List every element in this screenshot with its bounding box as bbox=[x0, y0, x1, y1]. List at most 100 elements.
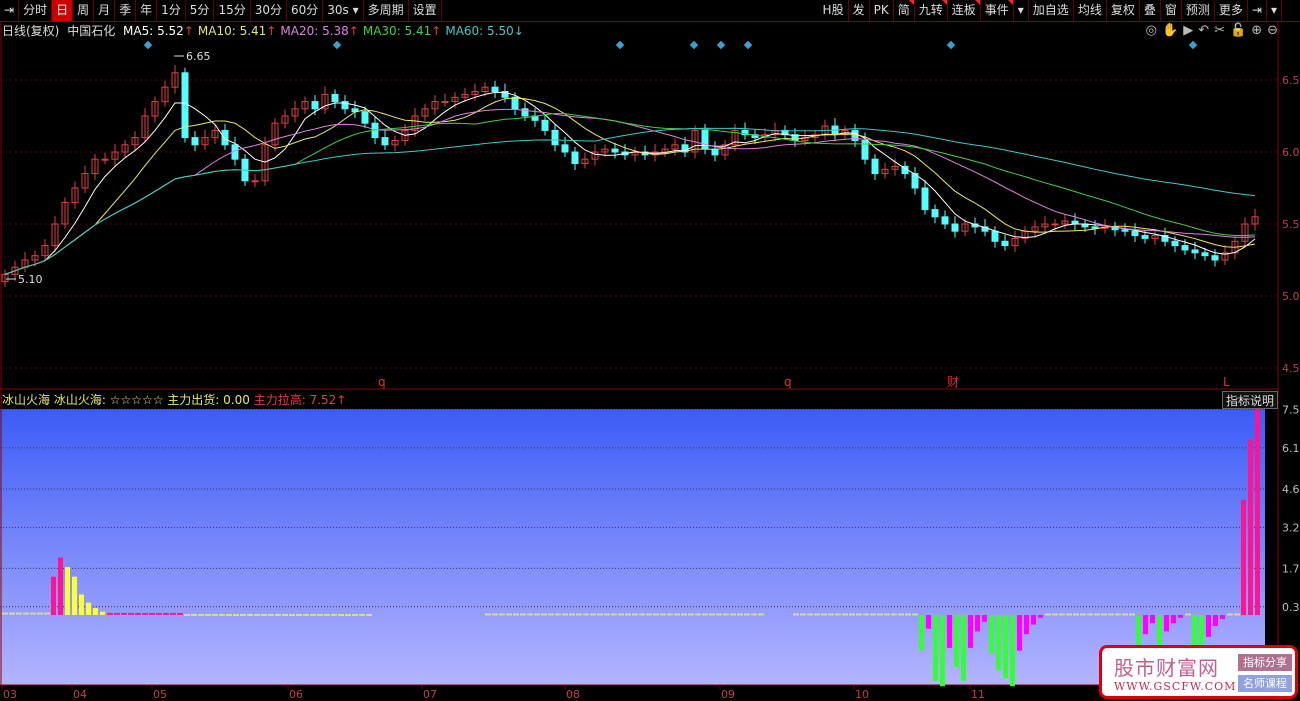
indicator-flat-mark bbox=[261, 614, 267, 616]
indicator-bar bbox=[1003, 615, 1008, 679]
indicator-flat-mark bbox=[247, 614, 253, 616]
indicator-flat-mark bbox=[30, 612, 36, 615]
indicator-flat-mark bbox=[716, 613, 722, 616]
indicator-bar bbox=[93, 608, 98, 615]
indicator-flat-mark bbox=[345, 614, 351, 616]
indicator-flat-mark bbox=[142, 612, 148, 615]
indicator-explain-button[interactable]: 指标说明 bbox=[1222, 391, 1278, 409]
candle-body bbox=[861, 139, 869, 160]
indicator-flat-mark bbox=[1101, 613, 1107, 616]
indicator-bar bbox=[982, 615, 987, 622]
candle-body bbox=[711, 148, 719, 156]
indicator-flat-mark bbox=[191, 614, 197, 616]
indicator-flat-mark bbox=[275, 614, 281, 616]
indicator-flat-mark bbox=[590, 613, 596, 616]
indicator-bar bbox=[1031, 615, 1036, 625]
candle-body bbox=[191, 137, 199, 146]
indicator-flat-mark bbox=[149, 612, 155, 615]
candle-body bbox=[1201, 252, 1209, 257]
indicator-flat-mark bbox=[548, 613, 554, 616]
chart-canvas[interactable]: 6.5 6.0 5.5 5.0 4.5 6.65 5.10 q q 财 L 03 04 05 06 07 08 0… bbox=[0, 0, 1300, 701]
indicator-panel-bg bbox=[0, 409, 1265, 685]
indicator-flat-mark bbox=[912, 613, 918, 616]
indicator-flat-mark bbox=[37, 612, 43, 615]
indicator-flat-mark bbox=[905, 613, 911, 616]
indicator-flat-mark bbox=[170, 612, 176, 615]
price-tick-label: 6.0 bbox=[1282, 146, 1300, 159]
event-diamond-icon bbox=[615, 40, 625, 50]
candle-body bbox=[441, 101, 449, 104]
indicator-bar bbox=[919, 615, 924, 651]
indicator-tick-label: 0.3 bbox=[1282, 601, 1300, 614]
indicator-flat-mark bbox=[499, 613, 505, 616]
indicator-flat-mark bbox=[681, 613, 687, 616]
price-tick-label: 5.0 bbox=[1282, 290, 1300, 303]
event-diamond-icon bbox=[946, 40, 956, 50]
candle-body bbox=[991, 230, 999, 242]
indicator-flat-mark bbox=[205, 614, 211, 616]
indicator-flat-mark bbox=[541, 613, 547, 616]
indicator-flat-mark bbox=[842, 613, 848, 616]
candle-body bbox=[941, 216, 949, 225]
indicator-flat-mark bbox=[1234, 613, 1240, 616]
event-marker: q bbox=[378, 375, 386, 389]
indicator-flat-mark bbox=[1227, 613, 1233, 616]
indicator-flat-mark bbox=[156, 612, 162, 615]
indicator-flat-mark bbox=[730, 613, 736, 616]
indicator-bar bbox=[100, 611, 105, 615]
indicator-flat-mark bbox=[233, 614, 239, 616]
indicator-flat-mark bbox=[814, 613, 820, 616]
event-diamond-icon bbox=[743, 40, 753, 50]
indicator-bar bbox=[947, 615, 952, 648]
indicator-flat-mark bbox=[758, 613, 764, 616]
indicator-bar bbox=[72, 576, 77, 615]
indicator-flat-mark bbox=[1045, 613, 1051, 616]
indicator-flat-mark bbox=[317, 614, 323, 616]
indicator-flat-mark bbox=[310, 614, 316, 616]
candle-body bbox=[311, 101, 319, 110]
event-diamond-icon bbox=[716, 40, 726, 50]
indicator-flat-mark bbox=[709, 613, 715, 616]
price-tick-label: 5.5 bbox=[1282, 218, 1300, 231]
event-marker: 财 bbox=[947, 375, 959, 389]
event-diamond-icon bbox=[143, 40, 153, 50]
indicator-flat-mark bbox=[667, 613, 673, 616]
candle-body bbox=[701, 129, 709, 150]
indicator-flat-mark bbox=[16, 612, 22, 615]
candle-body bbox=[1051, 223, 1059, 226]
indicator-bar bbox=[1010, 615, 1015, 687]
indicator-bar bbox=[1024, 615, 1029, 635]
indicator-legend: 冰山火海 冰山火海: ☆☆☆☆☆ 主力出货: 0.00 主力拉高: 7.52↑ bbox=[2, 392, 346, 408]
low-price-annotation: 5.10 bbox=[18, 273, 43, 286]
indicator-flat-mark bbox=[583, 613, 589, 616]
price-tick-label: 4.5 bbox=[1282, 362, 1300, 375]
indicator-flat-mark bbox=[877, 613, 883, 616]
indicator-flat-mark bbox=[737, 613, 743, 616]
candle-body bbox=[1131, 230, 1139, 237]
indicator-bar bbox=[1241, 499, 1246, 615]
indicator-flat-mark bbox=[331, 614, 337, 616]
candle-body bbox=[1121, 229, 1129, 232]
indicator-bar bbox=[961, 615, 966, 681]
x-tick-label: 08 bbox=[566, 688, 580, 701]
x-tick-label: 07 bbox=[423, 688, 437, 701]
candle-body bbox=[1211, 255, 1219, 261]
price-tick-label: 6.5 bbox=[1282, 74, 1300, 87]
candle-body bbox=[1181, 245, 1189, 251]
indicator-flat-mark bbox=[352, 614, 358, 616]
indicator-tick-label: 3.2 bbox=[1282, 521, 1300, 534]
high-price-annotation: 6.65 bbox=[186, 50, 211, 63]
indicator-flat-mark bbox=[506, 613, 512, 616]
indicator-flat-mark bbox=[828, 613, 834, 616]
indicator-bar bbox=[996, 615, 1001, 670]
indicator-flat-mark bbox=[618, 613, 624, 616]
indicator-name: 冰山火海 bbox=[2, 393, 51, 407]
indicator-bar bbox=[1255, 408, 1260, 615]
watermark-title: 股市财富网 bbox=[1114, 656, 1219, 680]
watermark-tag: 指标分享 bbox=[1238, 654, 1292, 671]
indicator-flat-mark bbox=[660, 613, 666, 616]
indicator-bar bbox=[1248, 439, 1253, 615]
watermark-logo: 股市财富网 WWW.GSCFW.COM 指标分享 名师课程 bbox=[1099, 645, 1298, 699]
indicator-flat-mark bbox=[135, 612, 141, 615]
indicator-flat-mark bbox=[1059, 613, 1065, 616]
